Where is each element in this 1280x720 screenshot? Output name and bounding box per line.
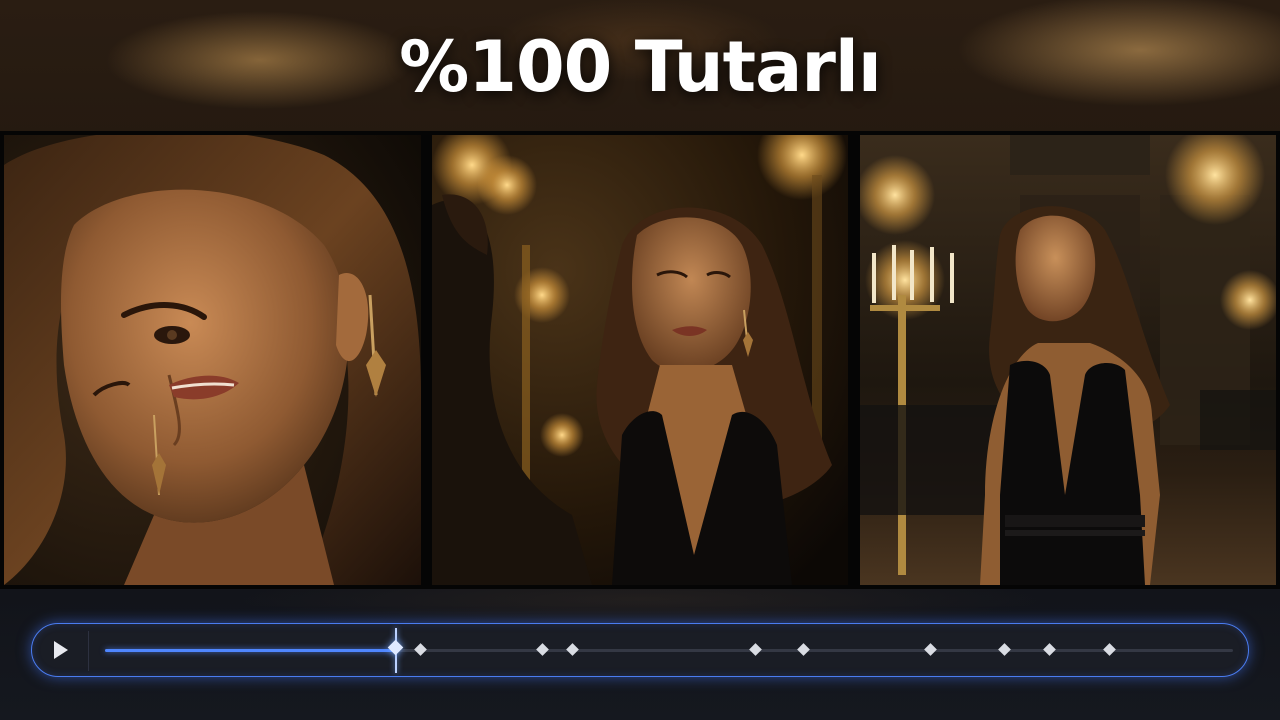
timeline-divider — [88, 631, 89, 671]
timeline-progress — [105, 649, 397, 652]
keyframe-marker[interactable] — [1043, 643, 1057, 656]
keyframe-marker[interactable] — [535, 643, 549, 656]
frame-closeup[interactable] — [4, 135, 421, 585]
keyframe-marker[interactable] — [1103, 643, 1116, 656]
frame-wide[interactable] — [860, 135, 1276, 585]
frame-medium[interactable] — [432, 135, 848, 585]
keyframe-marker[interactable] — [998, 643, 1012, 656]
keyframe-marker[interactable] — [923, 643, 937, 656]
frame-strip — [0, 131, 1280, 589]
headline-title: %100 Tutarlı — [399, 26, 882, 108]
play-button[interactable] — [46, 636, 74, 664]
closeup-image — [4, 135, 421, 585]
video-editor-canvas: %100 Tutarlı — [0, 0, 1280, 720]
keyframe-marker[interactable] — [413, 643, 427, 656]
timeline-track[interactable] — [105, 628, 1233, 673]
keyframe-marker[interactable] — [566, 643, 579, 656]
playhead-handle[interactable] — [387, 639, 404, 656]
timeline-scrubber[interactable] — [31, 623, 1249, 677]
timeline-area — [0, 589, 1280, 720]
keyframe-marker[interactable] — [797, 643, 811, 656]
play-icon — [54, 641, 68, 659]
wide-shot-image — [860, 135, 1276, 585]
keyframe-marker[interactable] — [748, 643, 762, 656]
medium-shot-image — [432, 135, 848, 585]
